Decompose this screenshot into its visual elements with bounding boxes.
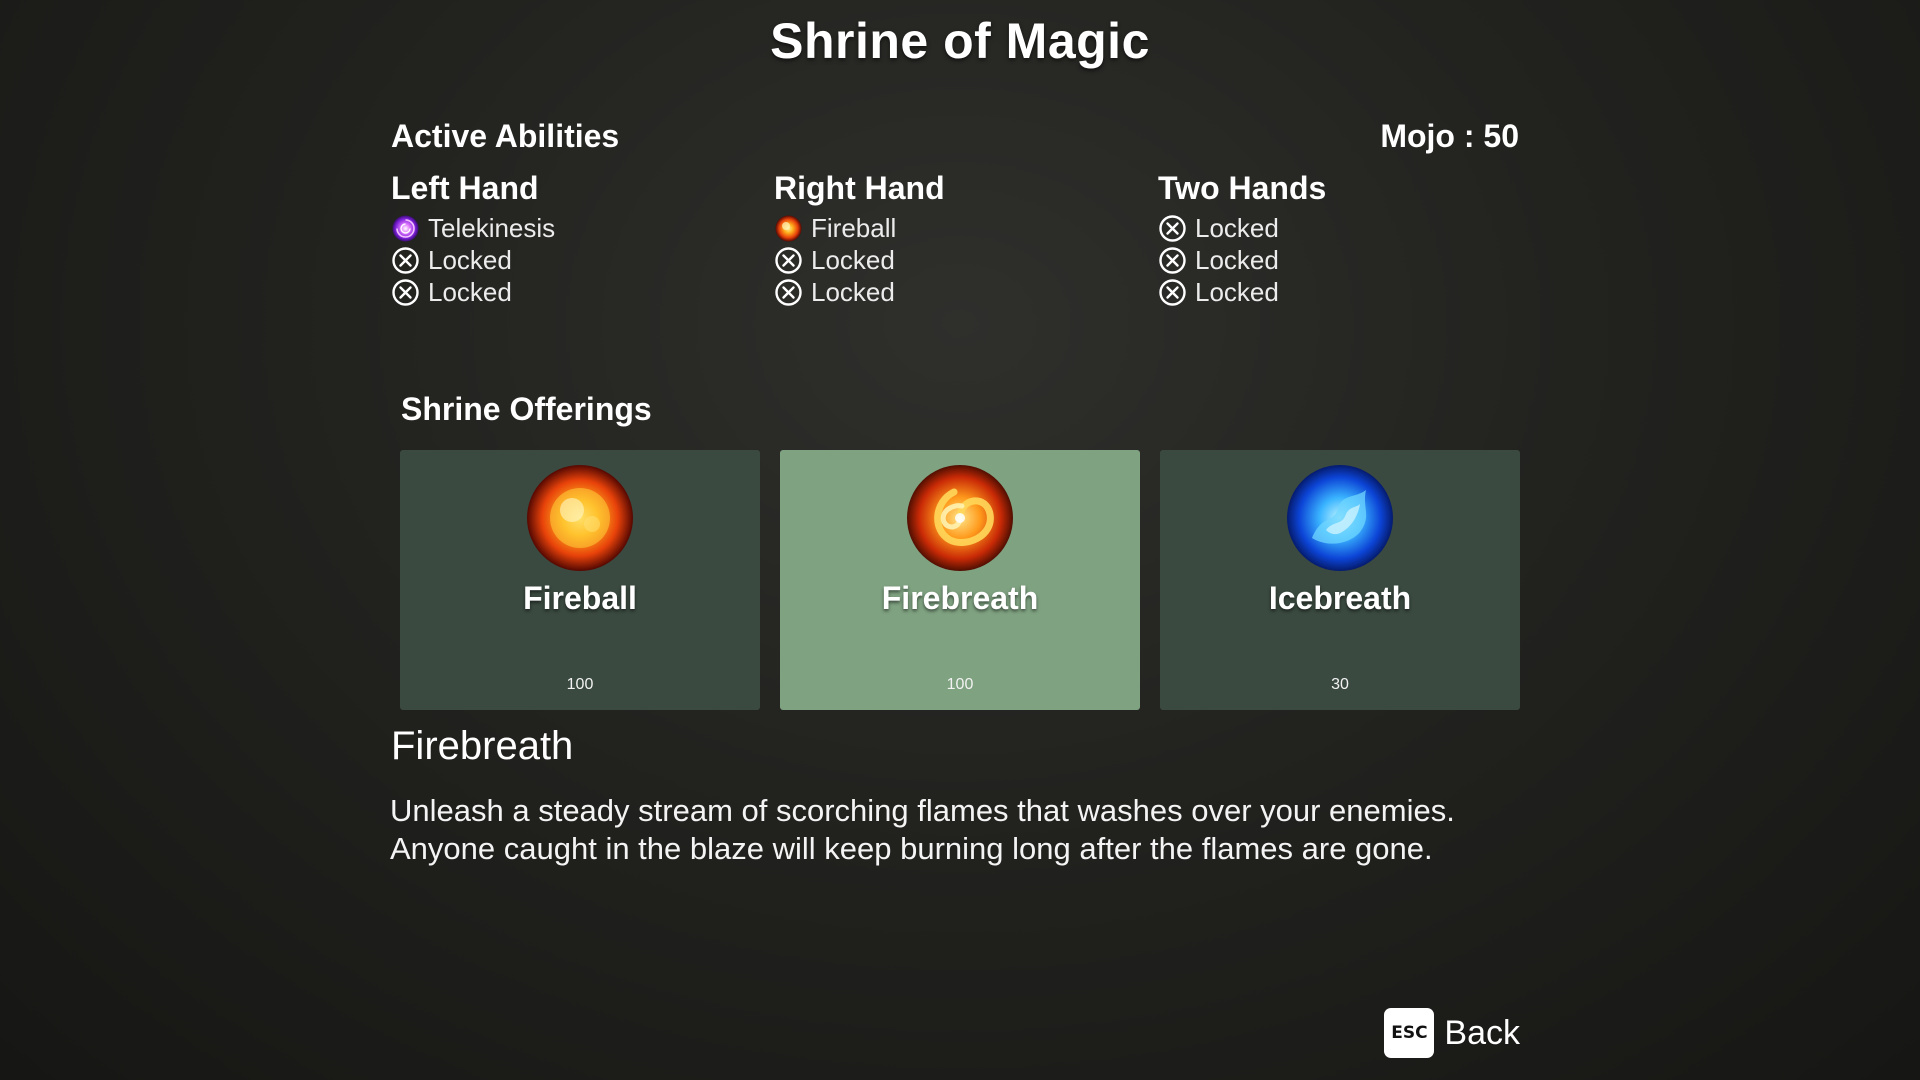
left-hand-slot-1-label: Telekinesis: [428, 212, 556, 243]
back-button[interactable]: ESC Back: [1384, 1008, 1520, 1058]
esc-key-icon: ESC: [1384, 1008, 1435, 1058]
two-hands-slot-3-label: Locked: [1195, 276, 1279, 307]
left-hand-slot-2[interactable]: Locked: [391, 244, 751, 276]
description-line-2: Anyone caught in the blaze will keep bur…: [390, 831, 1433, 866]
right-hand-slot-3[interactable]: Locked: [774, 276, 1134, 308]
page-title: Shrine of Magic: [770, 13, 1150, 69]
description-line-1: Unleash a steady stream of scorching fla…: [390, 793, 1455, 828]
locked-icon: [774, 278, 803, 307]
left-hand-slot-3[interactable]: Locked: [391, 276, 751, 308]
locked-icon: [1158, 278, 1187, 307]
right-hand-slot-3-label: Locked: [811, 276, 895, 307]
two-hands-slot-1-label: Locked: [1195, 212, 1279, 243]
offering-card-firebreath[interactable]: Firebreath 100: [780, 450, 1140, 710]
icebreath-orb-icon: [1286, 464, 1394, 572]
offering-cost: 30: [1331, 676, 1349, 693]
right-hand-title: Right Hand: [774, 170, 945, 206]
fireball-icon: [774, 214, 803, 243]
offering-cost: 100: [946, 676, 974, 693]
offering-card-icebreath[interactable]: Icebreath 30: [1160, 450, 1520, 710]
right-hand-slot-1-label: Fireball: [811, 212, 897, 243]
two-hands-slot-3[interactable]: Locked: [1158, 276, 1518, 308]
left-hand-slot-2-label: Locked: [428, 244, 512, 275]
active-abilities-heading: Active Abilities: [391, 118, 620, 154]
two-hands-slot-2[interactable]: Locked: [1158, 244, 1518, 276]
right-hand-slot-1[interactable]: Fireball: [774, 212, 1134, 244]
locked-icon: [391, 278, 420, 307]
offering-card-fireball[interactable]: Fireball 100: [400, 450, 760, 710]
locked-icon: [391, 246, 420, 275]
two-hands-slot-2-label: Locked: [1195, 244, 1279, 275]
locked-icon: [1158, 214, 1187, 243]
mojo-counter: Mojo : 50: [1380, 118, 1519, 154]
locked-icon: [1158, 246, 1187, 275]
offering-name: Firebreath: [881, 580, 1039, 616]
left-hand-slot-3-label: Locked: [428, 276, 512, 307]
telekinesis-icon: [391, 214, 420, 243]
right-hand-slot-2-label: Locked: [811, 244, 895, 275]
selected-offering-title: Firebreath: [391, 724, 574, 768]
back-label: Back: [1444, 1013, 1520, 1052]
offering-name: Fireball: [523, 580, 637, 616]
left-hand-column: Left Hand Telekinesis Locked Locked: [391, 168, 751, 308]
offerings-list: Fireball 100 Firebreath 100 Icebreath 30: [400, 450, 1520, 710]
shrine-offerings-heading: Shrine Offerings: [401, 391, 652, 427]
offering-cost: 100: [566, 676, 594, 693]
two-hands-column: Two Hands Locked Locked Locked: [1158, 168, 1518, 308]
left-hand-title: Left Hand: [391, 170, 539, 206]
firebreath-orb-icon: [906, 464, 1014, 572]
locked-icon: [774, 246, 803, 275]
left-hand-slot-1[interactable]: Telekinesis: [391, 212, 751, 244]
selected-offering-description: Unleash a steady stream of scorching fla…: [390, 792, 1550, 868]
offering-name: Icebreath: [1268, 580, 1412, 616]
right-hand-slot-2[interactable]: Locked: [774, 244, 1134, 276]
two-hands-title: Two Hands: [1158, 170, 1327, 206]
right-hand-column: Right Hand Fireball Locked Locked: [774, 168, 1134, 308]
two-hands-slot-1[interactable]: Locked: [1158, 212, 1518, 244]
fireball-orb-icon: [526, 464, 634, 572]
